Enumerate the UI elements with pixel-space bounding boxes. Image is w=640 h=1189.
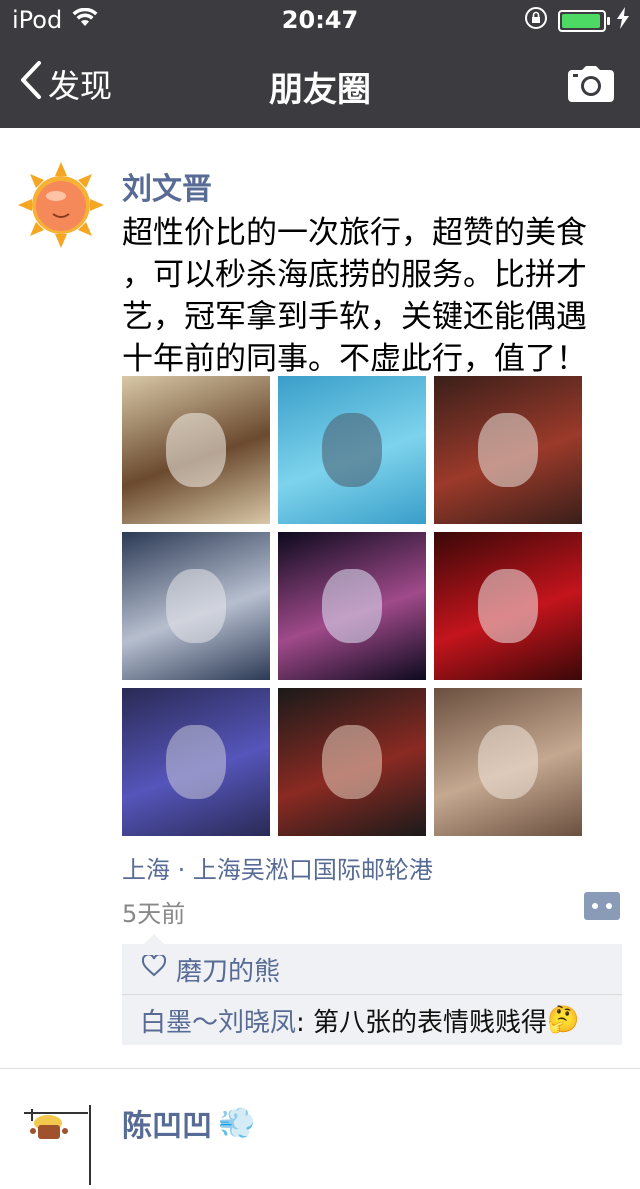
battery-level: [562, 14, 600, 28]
group-selfie-photo[interactable]: [278, 688, 426, 836]
post-author[interactable]: 陈凹凹 💨: [122, 1101, 255, 1145]
likes-row: 磨刀的熊: [122, 944, 622, 995]
girl-at-dinner-table-photo[interactable]: [122, 376, 270, 524]
post-text: 超性价比的一次旅行，超赞的美食 ，可以秒杀海底捞的服务。比拼才 艺，冠军拿到手软…: [122, 212, 592, 380]
photo-highlight: [478, 413, 538, 487]
avatar[interactable]: [18, 162, 104, 248]
comment-menu-button[interactable]: [584, 892, 620, 920]
battery-icon: [558, 10, 610, 32]
post-text-line: ，可以秒杀海底捞的服务。比拼才: [122, 257, 587, 293]
moment-post: 刘文晋 超性价比的一次旅行，超赞的美食 ，可以秒杀海底捞的服务。比拼才 艺，冠军…: [0, 128, 640, 1069]
post-text-line: 超性价比的一次旅行，超赞的美食: [122, 215, 587, 251]
rotation-lock-icon: [524, 6, 548, 36]
post-text-line: 十年前的同事。不虚此行，值了！: [122, 341, 587, 377]
comment-author[interactable]: 白墨～刘晓凤: [140, 1002, 296, 1039]
red-stage-dancers-photo[interactable]: [434, 532, 582, 680]
camera-icon[interactable]: [568, 66, 614, 106]
navigation-bar: 发现 朋友圈: [0, 40, 640, 128]
drawn-avatar-icon: [18, 1099, 104, 1185]
moment-post: 陈凹凹 💨: [0, 1069, 640, 1189]
roulette-chips-photo[interactable]: [434, 376, 582, 524]
comment-text: : 第八张的表情贱贱得: [296, 1007, 548, 1038]
photo-highlight: [166, 725, 226, 799]
sun-avatar-icon: [18, 162, 104, 248]
swimming-pool-photo[interactable]: [278, 376, 426, 524]
photo-highlight: [478, 569, 538, 643]
photo-highlight: [322, 725, 382, 799]
photo-highlight: [166, 413, 226, 487]
girl-with-man-photo[interactable]: [122, 532, 270, 680]
moments-feed: 刘文晋 超性价比的一次旅行，超赞的美食 ，可以秒杀海底捞的服务。比拼才 艺，冠军…: [0, 128, 640, 1189]
dash-symbol-emoji: 💨: [218, 1105, 256, 1141]
status-bar: iPod 20:47: [0, 0, 640, 40]
page-title: 朋友圈: [269, 70, 371, 110]
like-names[interactable]: 磨刀的熊: [176, 951, 280, 988]
photo-highlight: [322, 569, 382, 643]
post-author-name: 陈凹凹: [122, 1109, 212, 1144]
dining-hall-photo[interactable]: [434, 688, 582, 836]
post-text-line: 艺，冠军拿到手软，关键还能偶遇: [122, 299, 587, 335]
heart-outline-icon: [141, 953, 167, 984]
photo-grid: [122, 376, 582, 836]
comment-item[interactable]: 白墨～刘晓凤 : 第八张的表情贱贱得 🤔: [122, 995, 622, 1045]
two-men-with-trophy-photo[interactable]: [122, 688, 270, 836]
avatar[interactable]: [18, 1099, 104, 1185]
post-author[interactable]: 刘文晋: [122, 164, 212, 208]
photo-highlight: [166, 569, 226, 643]
header-bar: iPod 20:47 发现 朋友圈: [0, 0, 640, 128]
thinking-face-emoji: 🤔: [547, 1005, 580, 1035]
charging-bolt-icon: [616, 7, 630, 35]
stage-show-photo[interactable]: [278, 532, 426, 680]
comments-box: 磨刀的熊 白墨～刘晓凤 : 第八张的表情贱贱得 🤔: [122, 934, 622, 1045]
photo-highlight: [478, 725, 538, 799]
dot-icon: [592, 903, 598, 909]
post-time: 5天前: [122, 900, 186, 928]
status-right: [524, 6, 630, 36]
photo-highlight: [322, 413, 382, 487]
location-link[interactable]: 上海 · 上海吴淞口国际邮轮港: [122, 850, 433, 885]
dot-icon: [606, 903, 612, 909]
